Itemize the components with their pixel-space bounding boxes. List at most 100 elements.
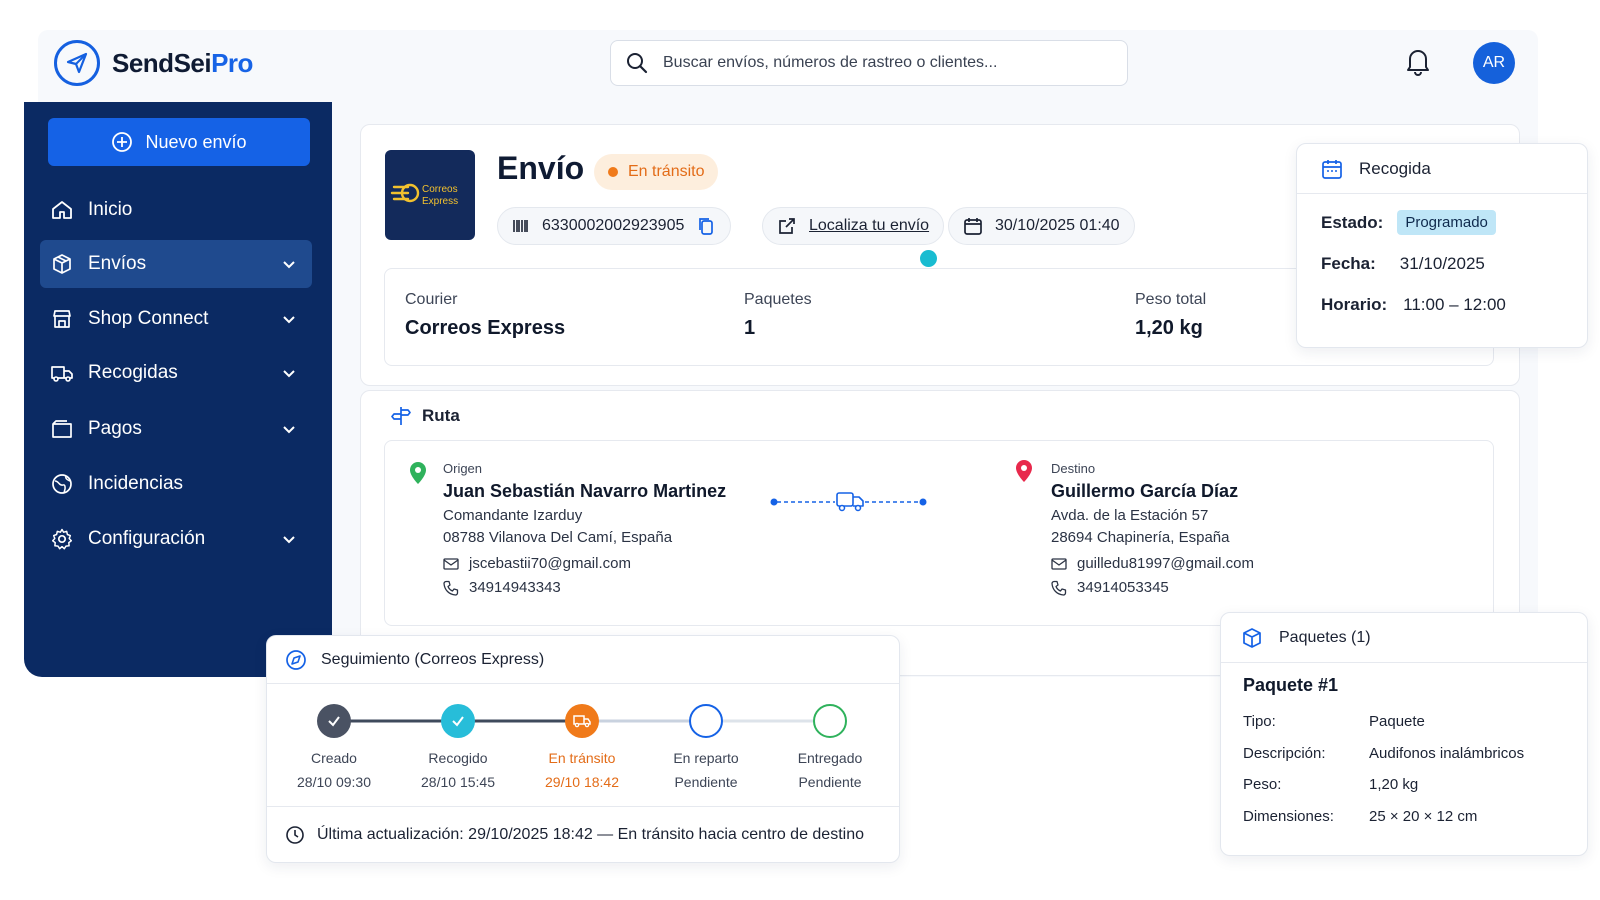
tracking-panel: Seguimiento (Correos Express) Creado 28/1… bbox=[266, 635, 900, 863]
sidebar-item-label: Incidencias bbox=[88, 473, 184, 494]
tracking-footer: Última actualización: 29/10/2025 18:42 —… bbox=[267, 806, 899, 862]
status-text: En tránsito bbox=[628, 163, 705, 180]
pickup-date-row: Fecha: 31/10/2025 bbox=[1321, 254, 1485, 274]
calendar-icon bbox=[1322, 159, 1342, 179]
step-picked-check-icon bbox=[441, 704, 475, 738]
search-icon bbox=[627, 53, 648, 74]
phone-icon bbox=[443, 580, 459, 596]
package-item-title: Paquete #1 bbox=[1243, 675, 1339, 695]
destination-name: Guillermo García Díaz bbox=[1051, 481, 1239, 501]
sidebar-item-envios[interactable]: Envíos bbox=[40, 240, 312, 288]
sidebar-item-inicio[interactable]: Inicio bbox=[40, 186, 312, 234]
pickup-date-value: 31/10/2025 bbox=[1399, 254, 1485, 273]
svg-text:Correos: Correos bbox=[422, 184, 458, 195]
package-dimensions-label: Dimensiones: bbox=[1243, 808, 1334, 825]
destination-email[interactable]: guilledu81997@gmail.com bbox=[1051, 555, 1254, 572]
package-weight-label: Peso: bbox=[1243, 776, 1282, 793]
search-input[interactable] bbox=[663, 54, 1103, 72]
signpost-icon bbox=[391, 407, 411, 425]
pickup-panel: Recogida Estado: Programado Fecha: 31/10… bbox=[1296, 143, 1588, 348]
destination-phone[interactable]: 34914053345 bbox=[1051, 579, 1169, 596]
route-connector bbox=[770, 492, 927, 512]
pickup-time-row: Horario: 11:00 – 12:00 bbox=[1321, 295, 1506, 315]
copy-icon[interactable] bbox=[696, 216, 716, 236]
step-delivered-label: Entregado Pendiente bbox=[797, 750, 863, 790]
store-icon bbox=[53, 310, 71, 328]
sidebar-item-pagos[interactable]: Pagos bbox=[40, 405, 312, 453]
app-logo[interactable]: SendSeiPro bbox=[54, 40, 253, 86]
indicator-dot bbox=[920, 250, 937, 267]
sidebar-item-incidencias[interactable]: Incidencias bbox=[40, 460, 312, 508]
package-description-label: Descripción: bbox=[1243, 745, 1326, 762]
tracking-title: Seguimiento (Correos Express) bbox=[321, 650, 545, 668]
origin-address-1: Comandante Izarduy bbox=[443, 507, 583, 524]
map-pin-red-icon bbox=[1016, 460, 1032, 482]
compass-icon bbox=[286, 649, 306, 670]
origin-name: Juan Sebastián Navarro Martinez bbox=[443, 481, 727, 501]
search-bar[interactable] bbox=[610, 40, 1128, 86]
step-created-check-icon bbox=[317, 704, 351, 738]
route-details: Origen Juan Sebastián Navarro Martinez C… bbox=[384, 440, 1494, 626]
paper-plane-icon bbox=[54, 40, 100, 86]
track-link[interactable]: Localiza tu envío bbox=[809, 217, 929, 235]
gear-icon bbox=[51, 528, 73, 550]
step-picked-label: Recogido 28/10 15:45 bbox=[421, 750, 495, 790]
shipment-title: Envío bbox=[497, 150, 585, 186]
sidebar-item-label: Inicio bbox=[88, 199, 133, 220]
pickup-header: Recogida bbox=[1297, 144, 1587, 194]
step-delivery-circle bbox=[689, 704, 723, 738]
sidebar-item-label: Envíos bbox=[88, 253, 147, 274]
package-type-value: Paquete bbox=[1369, 713, 1425, 730]
box-icon bbox=[53, 254, 71, 274]
tracking-number: 6330002002923905 bbox=[542, 217, 685, 234]
package-description-value: Audifonos inalámbricos bbox=[1369, 745, 1525, 762]
origin-email[interactable]: jscebastii70@gmail.com bbox=[443, 555, 631, 572]
mail-icon bbox=[443, 557, 459, 570]
svg-text:Express: Express bbox=[422, 196, 458, 207]
destination-address-2: 28694 Chapinería, España bbox=[1051, 529, 1230, 546]
pickup-time-value: 11:00 – 12:00 bbox=[1403, 295, 1506, 314]
bell-icon[interactable] bbox=[1404, 46, 1432, 81]
chevron-down-icon bbox=[283, 261, 295, 269]
avatar[interactable]: AR bbox=[1473, 42, 1515, 84]
weight-label: Peso total bbox=[1135, 291, 1207, 308]
clock-icon bbox=[286, 825, 304, 844]
chevron-down-icon bbox=[283, 426, 295, 434]
sidebar-item-configuracion[interactable]: Configuración bbox=[40, 515, 312, 563]
sidebar: Nuevo envío Inicio Envíos Shop Connect R… bbox=[24, 102, 332, 677]
pickup-status-label: Estado: bbox=[1321, 212, 1384, 232]
pickup-date-label: Fecha: bbox=[1321, 254, 1376, 273]
packages-value: 1 bbox=[744, 317, 756, 339]
destination-label: Destino bbox=[1051, 461, 1096, 476]
origin-label: Origen bbox=[443, 461, 483, 476]
step-delivered-circle bbox=[813, 704, 847, 738]
sidebar-item-shop-connect[interactable]: Shop Connect bbox=[40, 295, 312, 343]
pickup-time-label: Horario: bbox=[1321, 295, 1388, 314]
packages-label: Paquetes bbox=[744, 291, 812, 308]
truck-icon bbox=[51, 366, 73, 382]
track-link-chip[interactable]: Localiza tu envío bbox=[762, 207, 945, 245]
status-dot bbox=[608, 167, 618, 177]
step-created-label: Creado 28/10 09:30 bbox=[297, 750, 371, 790]
step-delivery-label: En reparto Pendiente bbox=[673, 750, 739, 790]
sidebar-item-recogidas[interactable]: Recogidas bbox=[40, 349, 312, 397]
new-shipment-button[interactable]: Nuevo envío bbox=[48, 118, 310, 166]
package-type-label: Tipo: bbox=[1243, 713, 1276, 730]
origin-address-2: 08788 Vilanova Del Camí, España bbox=[443, 529, 673, 546]
home-icon bbox=[52, 201, 72, 219]
chevron-down-icon bbox=[283, 536, 295, 544]
barcode-icon bbox=[513, 220, 528, 232]
calendar-icon bbox=[964, 218, 982, 235]
mail-icon bbox=[1051, 557, 1067, 570]
courier-logo: Correos Express bbox=[385, 150, 475, 240]
origin-phone[interactable]: 34914943343 bbox=[443, 579, 561, 596]
packages-title: Paquetes (1) bbox=[1279, 628, 1371, 646]
date-chip: 30/10/2025 01:40 bbox=[948, 207, 1135, 245]
map-pin-green-icon bbox=[410, 462, 426, 484]
sidebar-item-label: Recogidas bbox=[88, 362, 178, 383]
pickup-status-badge: Programado bbox=[1397, 210, 1496, 235]
shipment-date: 30/10/2025 01:40 bbox=[995, 217, 1120, 234]
tracking-header: Seguimiento (Correos Express) bbox=[267, 636, 899, 684]
new-shipment-label: Nuevo envío bbox=[145, 131, 247, 152]
truck-icon bbox=[836, 492, 864, 512]
